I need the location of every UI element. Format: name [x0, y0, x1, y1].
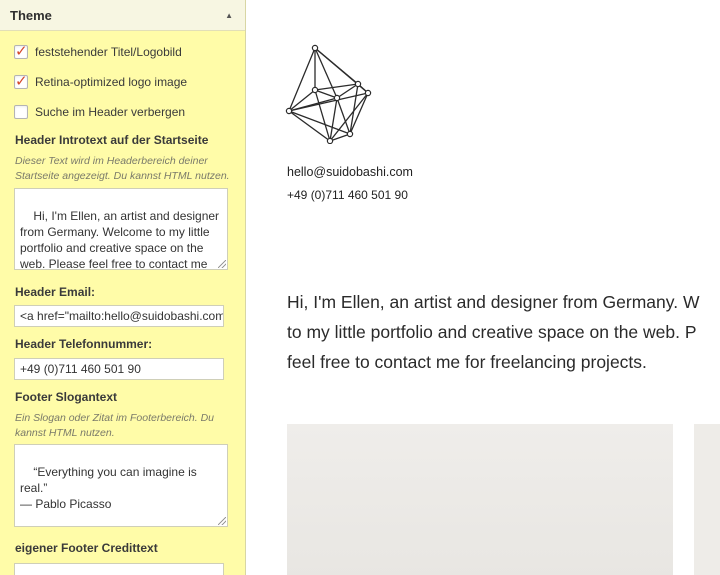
header-phone-label: Header Telefonnummer: [15, 337, 153, 351]
portfolio-card[interactable] [287, 424, 673, 575]
intro-line: to my little portfolio and creative spac… [287, 322, 697, 342]
resize-handle-icon[interactable] [218, 517, 226, 525]
footer-slogan-description: Ein Slogan oder Zitat im Footerbereich. … [15, 412, 215, 439]
header-email-input[interactable]: <a href="mailto:hello@suidobashi.com [14, 305, 224, 327]
header-phone-input[interactable]: +49 (0)711 460 501 90 [14, 358, 224, 380]
resize-handle-icon[interactable] [218, 260, 226, 268]
footer-credit-input[interactable] [14, 563, 224, 575]
checkbox-retina-logo-box[interactable] [14, 72, 28, 90]
section-header-theme[interactable]: Theme ▲ [0, 0, 245, 31]
intro-text-label: Header Introtext auf der Startseite [15, 133, 209, 147]
intro-text-value: Hi, I'm Ellen, an artist and designer fr… [20, 209, 220, 270]
site-logo-icon [285, 44, 372, 144]
checkbox-retina-logo-label: Retina-optimized logo image [35, 75, 188, 89]
intro-text-textarea[interactable]: Hi, I'm Ellen, an artist and designer fr… [14, 188, 228, 270]
customizer-panel: Theme ▲ feststehender Titel/Logobild Ret… [0, 0, 246, 575]
checkbox-hide-search-label: Suche im Header verbergen [35, 105, 186, 119]
checkbox-hide-search[interactable]: Suche im Header verbergen [14, 104, 185, 120]
checkbox-hide-search-box[interactable] [14, 105, 28, 119]
contact-phone-text: +49 (0)711 460 501 90 [287, 188, 408, 202]
checkbox-fixed-title[interactable]: feststehender Titel/Logobild [14, 42, 182, 60]
section-title: Theme [10, 7, 52, 23]
footer-slogan-textarea[interactable]: “Everything you can imagine is real.” — … [14, 444, 228, 527]
checkbox-retina-logo[interactable]: Retina-optimized logo image [14, 72, 188, 90]
header-email-label: Header Email: [15, 285, 96, 299]
footer-slogan-value: “Everything you can imagine is real.” — … [20, 465, 197, 511]
intro-text-description: Dieser Text wird im Headerbereich deiner… [15, 155, 230, 182]
contact-email-link[interactable]: hello@suidobashi.com [287, 165, 413, 179]
portfolio-card[interactable] [694, 424, 720, 575]
intro-line: Hi, I'm Ellen, an artist and designer fr… [287, 292, 700, 312]
intro-text: Hi, I'm Ellen, an artist and designer fr… [287, 287, 720, 377]
site-preview: hello@suidobashi.com +49 (0)711 460 501 … [246, 0, 720, 575]
collapse-arrow-icon[interactable]: ▲ [225, 11, 233, 20]
checkbox-fixed-title-label: feststehender Titel/Logobild [35, 45, 182, 59]
checkbox-fixed-title-box[interactable] [14, 42, 28, 60]
footer-slogan-label: Footer Slogantext [15, 390, 118, 404]
footer-credit-label: eigener Footer Credittext [15, 541, 158, 555]
intro-line: feel free to contact me for freelancing … [287, 352, 647, 372]
